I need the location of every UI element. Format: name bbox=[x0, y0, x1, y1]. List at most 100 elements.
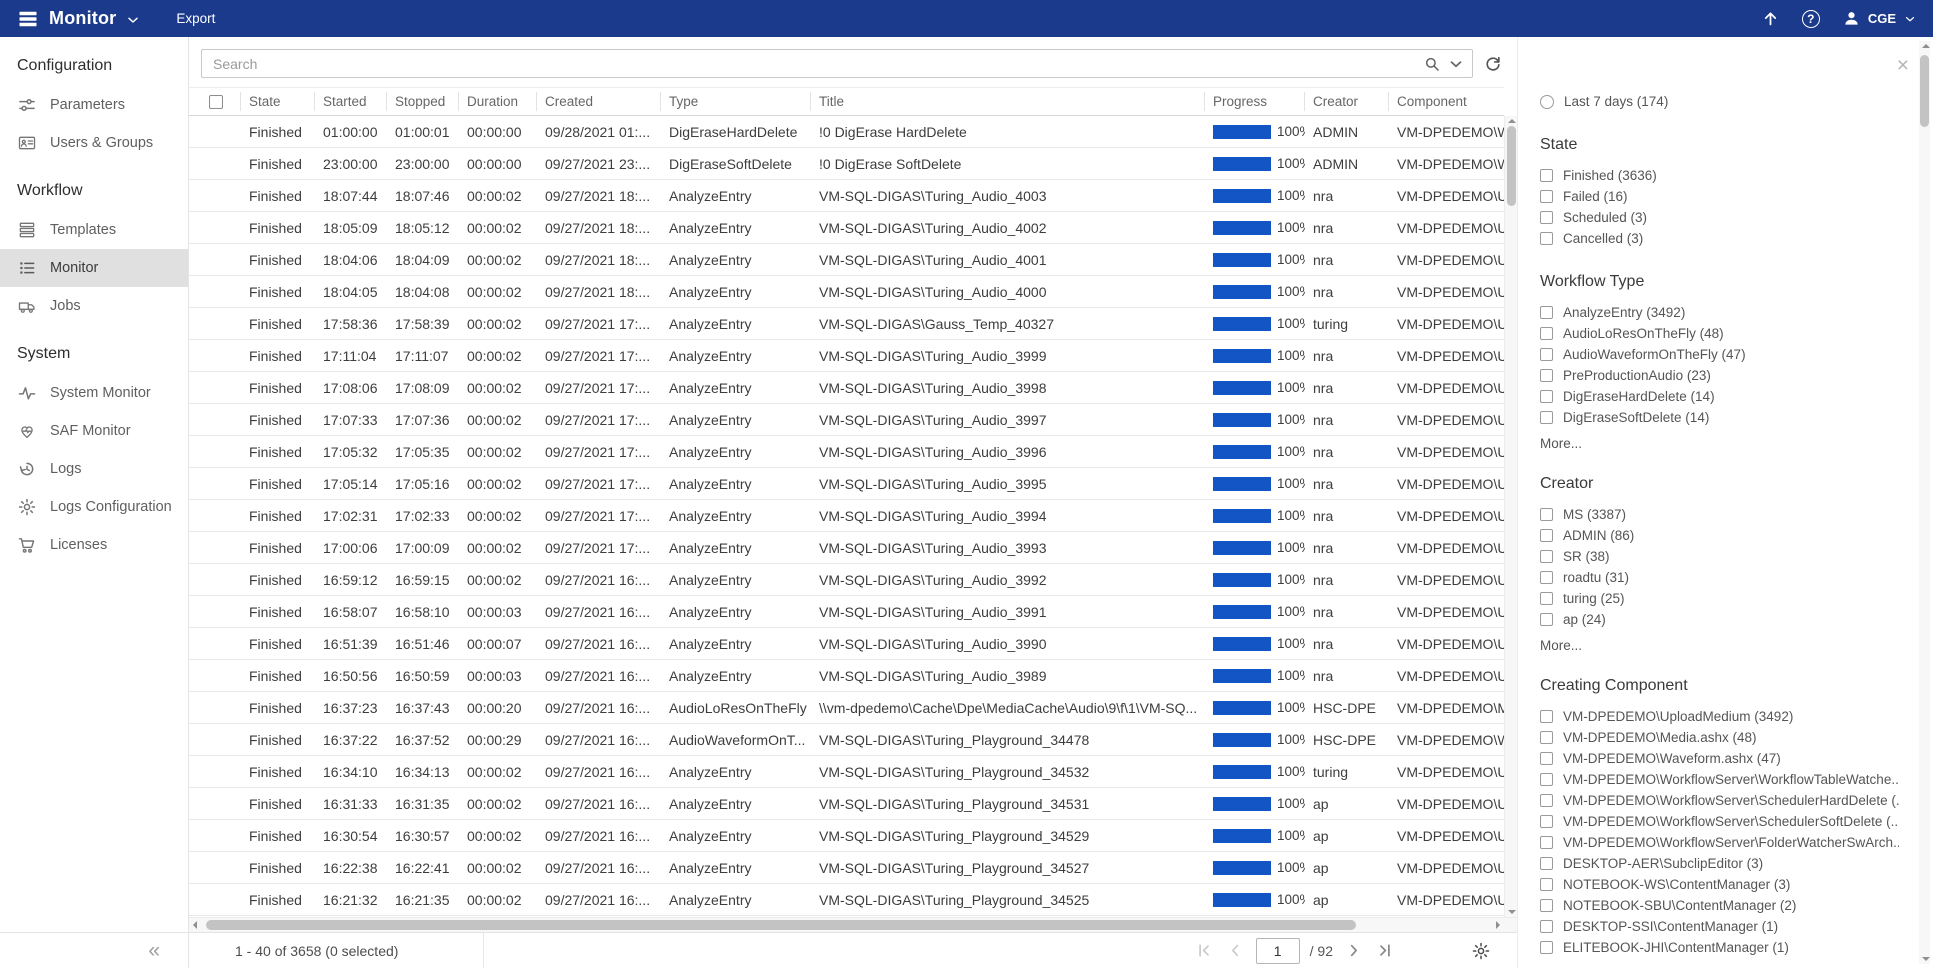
table-row[interactable]: Finished17:08:0617:08:0900:00:0209/27/20… bbox=[189, 372, 1504, 404]
table-row[interactable]: Finished16:37:2316:37:4300:00:2009/27/20… bbox=[189, 692, 1504, 724]
filter-option[interactable]: ap (24) bbox=[1540, 609, 1899, 630]
filter-option[interactable]: VM-DPEDEMO\Media.ashx (48) bbox=[1540, 727, 1899, 748]
scroll-up-arrow-icon[interactable] bbox=[1508, 119, 1516, 123]
checkbox-icon[interactable] bbox=[1540, 731, 1553, 744]
user-menu[interactable]: CGE bbox=[1842, 9, 1917, 28]
upload-icon[interactable] bbox=[1761, 9, 1780, 28]
scroll-left-arrow-icon[interactable] bbox=[193, 921, 197, 929]
column-header-title[interactable]: Title bbox=[811, 92, 1205, 111]
table-row[interactable]: Finished16:59:1216:59:1500:00:0209/27/20… bbox=[189, 564, 1504, 596]
checkbox-icon[interactable] bbox=[1540, 348, 1553, 361]
filter-option[interactable]: VM-DPEDEMO\WorkflowServer\SchedulerHardD… bbox=[1540, 790, 1899, 811]
table-row[interactable]: Finished17:05:1417:05:1600:00:0209/27/20… bbox=[189, 468, 1504, 500]
search-input[interactable] bbox=[213, 56, 1417, 72]
filter-option[interactable]: DESKTOP-AER\SubclipEditor (3) bbox=[1540, 853, 1899, 874]
checkbox-icon[interactable] bbox=[1540, 710, 1553, 723]
filter-option[interactable]: VM-DPEDEMO\WorkflowServer\FolderWatcherS… bbox=[1540, 832, 1899, 853]
filter-option[interactable]: Failed (16) bbox=[1540, 186, 1899, 207]
checkbox-icon[interactable] bbox=[1540, 232, 1553, 245]
table-row[interactable]: Finished16:22:3816:22:4100:00:0209/27/20… bbox=[189, 852, 1504, 884]
filter-option[interactable]: VM-DPEDEMO\UploadMedium (3492) bbox=[1540, 706, 1899, 727]
table-row[interactable]: Finished16:34:1016:34:1300:00:0209/27/20… bbox=[189, 756, 1504, 788]
next-page-button[interactable] bbox=[1343, 940, 1364, 961]
filter-option[interactable]: Cancelled (3) bbox=[1540, 228, 1899, 249]
scroll-right-arrow-icon[interactable] bbox=[1496, 921, 1500, 929]
table-row[interactable]: Finished16:30:5416:30:5700:00:0209/27/20… bbox=[189, 820, 1504, 852]
checkbox-icon[interactable] bbox=[1540, 508, 1553, 521]
filter-option[interactable]: VM-DPEDEMO\WorkflowServer\SchedulerSoftD… bbox=[1540, 811, 1899, 832]
checkbox-icon[interactable] bbox=[1540, 592, 1553, 605]
filter-option[interactable]: roadtu (31) bbox=[1540, 567, 1899, 588]
search-options-chevron-icon[interactable] bbox=[1447, 55, 1465, 73]
table-row[interactable]: Finished01:00:0001:00:0100:00:0009/28/20… bbox=[189, 116, 1504, 148]
table-row[interactable]: Finished17:58:3617:58:3900:00:0209/27/20… bbox=[189, 308, 1504, 340]
vertical-scrollbar-thumb[interactable] bbox=[1507, 126, 1516, 206]
filter-quick-option-last-7-days-174[interactable]: Last 7 days (174) bbox=[1540, 91, 1899, 112]
checkbox-icon[interactable] bbox=[1540, 920, 1553, 933]
filter-option[interactable]: VM-DPEDEMO\Waveform.ashx (47) bbox=[1540, 748, 1899, 769]
filter-option[interactable]: PreProductionAudio (23) bbox=[1540, 365, 1899, 386]
filter-option[interactable]: AnalyzeEntry (3492) bbox=[1540, 302, 1899, 323]
sidebar-item-templates[interactable]: Templates bbox=[0, 211, 188, 249]
checkbox-icon[interactable] bbox=[1540, 327, 1553, 340]
sidebar-item-parameters[interactable]: Parameters bbox=[0, 86, 188, 124]
column-header-component[interactable]: Component bbox=[1389, 92, 1504, 111]
table-row[interactable]: Finished18:04:0518:04:0800:00:0209/27/20… bbox=[189, 276, 1504, 308]
filter-more-link[interactable]: More... bbox=[1540, 638, 1899, 653]
sidebar-item-system-monitor[interactable]: System Monitor bbox=[0, 374, 188, 412]
filter-option[interactable]: DigEraseHardDelete (14) bbox=[1540, 386, 1899, 407]
table-row[interactable]: Finished16:21:3216:21:3500:00:0209/27/20… bbox=[189, 884, 1504, 916]
sidebar-item-jobs[interactable]: Jobs bbox=[0, 287, 188, 325]
table-row[interactable]: Finished17:07:3317:07:3600:00:0209/27/20… bbox=[189, 404, 1504, 436]
checkbox-icon[interactable] bbox=[1540, 878, 1553, 891]
column-header-created[interactable]: Created bbox=[537, 92, 661, 111]
filter-option[interactable]: MS (3387) bbox=[1540, 504, 1899, 525]
horizontal-scrollbar-thumb[interactable] bbox=[206, 920, 1356, 930]
table-row[interactable]: Finished16:31:3316:31:3500:00:0209/27/20… bbox=[189, 788, 1504, 820]
filter-more-link[interactable]: More... bbox=[1540, 436, 1899, 451]
filters-scrollbar-thumb[interactable] bbox=[1920, 55, 1929, 127]
column-header-progress[interactable]: Progress bbox=[1205, 92, 1305, 111]
checkbox-icon[interactable] bbox=[1540, 411, 1553, 424]
column-header-creator[interactable]: Creator bbox=[1305, 92, 1389, 111]
refresh-icon[interactable] bbox=[1483, 54, 1503, 74]
column-header-stopped[interactable]: Stopped bbox=[387, 92, 459, 111]
checkbox-icon[interactable] bbox=[1540, 211, 1553, 224]
filter-option[interactable]: DESKTOP-SSI\ContentManager (1) bbox=[1540, 916, 1899, 937]
table-row[interactable]: Finished23:00:0023:00:0000:00:0009/27/20… bbox=[189, 148, 1504, 180]
sidebar-item-licenses[interactable]: Licenses bbox=[0, 526, 188, 564]
checkbox-icon[interactable] bbox=[1540, 857, 1553, 870]
sidebar-item-logs[interactable]: Logs bbox=[0, 450, 188, 488]
sidebar-item-logs-configuration[interactable]: Logs Configuration bbox=[0, 488, 188, 526]
checkbox-icon[interactable] bbox=[1540, 529, 1553, 542]
page-number-input[interactable] bbox=[1256, 938, 1300, 964]
filter-option[interactable]: ELITEBOOK-JHI\ContentManager (1) bbox=[1540, 937, 1899, 958]
scroll-down-arrow-icon[interactable] bbox=[1508, 910, 1516, 914]
app-switcher-chevron-icon[interactable] bbox=[125, 12, 141, 28]
search-icon[interactable] bbox=[1423, 55, 1441, 73]
checkbox-icon[interactable] bbox=[1540, 190, 1553, 203]
app-title[interactable]: Monitor bbox=[49, 8, 116, 29]
checkbox-icon[interactable] bbox=[1540, 369, 1553, 382]
collapse-sidebar-button[interactable]: « bbox=[148, 940, 160, 961]
checkbox-icon[interactable] bbox=[1540, 815, 1553, 828]
column-header-duration[interactable]: Duration bbox=[459, 92, 537, 111]
first-page-button[interactable] bbox=[1194, 940, 1215, 961]
filters-scroll-up-arrow-icon[interactable] bbox=[1922, 44, 1930, 48]
checkbox-icon[interactable] bbox=[1540, 836, 1553, 849]
filter-option[interactable]: NOTEBOOK-WS\ContentManager (3) bbox=[1540, 874, 1899, 895]
filter-option[interactable]: NOTEBOOK-SBU\ContentManager (2) bbox=[1540, 895, 1899, 916]
checkbox-icon[interactable] bbox=[1540, 794, 1553, 807]
table-row[interactable]: Finished17:11:0417:11:0700:00:0209/27/20… bbox=[189, 340, 1504, 372]
radio-icon[interactable] bbox=[1540, 95, 1554, 109]
filter-option[interactable]: VM-DPEDEMO\WorkflowServer\WorkflowTableW… bbox=[1540, 769, 1899, 790]
filters-scroll-down-arrow-icon[interactable] bbox=[1922, 957, 1930, 961]
filter-option[interactable]: turing (25) bbox=[1540, 588, 1899, 609]
checkbox-icon[interactable] bbox=[1540, 613, 1553, 626]
checkbox-icon[interactable] bbox=[1540, 306, 1553, 319]
table-row[interactable]: Finished17:05:3217:05:3500:00:0209/27/20… bbox=[189, 436, 1504, 468]
table-row[interactable]: Finished18:04:0618:04:0900:00:0209/27/20… bbox=[189, 244, 1504, 276]
filter-option[interactable]: AudioWaveformOnTheFly (47) bbox=[1540, 344, 1899, 365]
select-all-checkbox[interactable] bbox=[209, 95, 223, 109]
table-row[interactable]: Finished18:07:4418:07:4600:00:0209/27/20… bbox=[189, 180, 1504, 212]
